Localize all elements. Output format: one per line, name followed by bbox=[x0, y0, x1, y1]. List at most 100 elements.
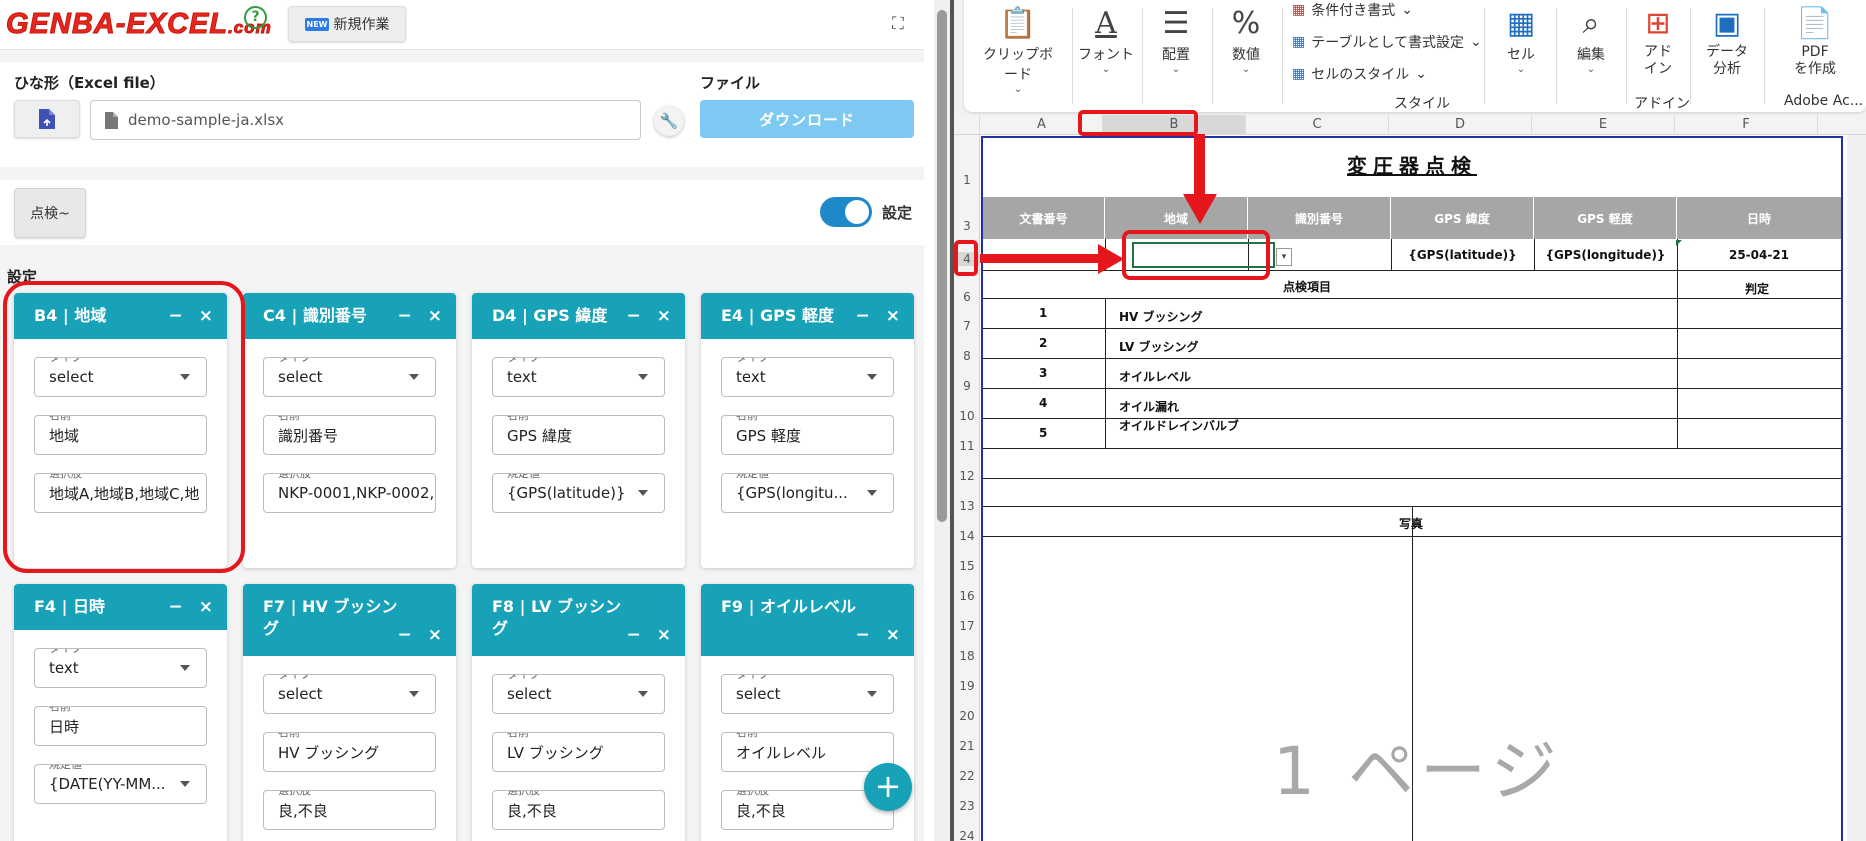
name-input[interactable]: 名前 日時 bbox=[34, 706, 207, 746]
settings-toggle[interactable] bbox=[820, 197, 872, 227]
cell-group[interactable]: ▦ セル ⌄ bbox=[1490, 4, 1552, 75]
row-header[interactable]: 10 bbox=[954, 409, 980, 423]
row-header[interactable]: 3 bbox=[954, 219, 980, 233]
column-header-f[interactable]: F bbox=[1675, 115, 1818, 135]
close-icon[interactable]: × bbox=[428, 305, 442, 327]
addin-button[interactable]: ⊞ アド イン bbox=[1628, 4, 1688, 78]
column-header-d[interactable]: D bbox=[1389, 115, 1532, 135]
cell-dropdown-icon[interactable]: ▾ bbox=[1276, 248, 1292, 266]
help-icon[interactable]: ? bbox=[244, 6, 267, 29]
row-header[interactable]: 24 bbox=[954, 829, 980, 841]
minimize-icon[interactable]: − bbox=[398, 305, 412, 327]
item-number[interactable]: 2 bbox=[1039, 336, 1047, 350]
minimize-icon[interactable]: − bbox=[856, 305, 870, 327]
default-value-select[interactable]: 規定値 {GPS(longitu... bbox=[721, 473, 894, 513]
default-value-select[interactable]: 規定値 {DATE(YY-MM... bbox=[34, 764, 207, 804]
close-icon[interactable]: × bbox=[657, 624, 671, 646]
name-input[interactable]: 名前 オイルレベル bbox=[721, 732, 894, 772]
add-field-button[interactable]: + bbox=[864, 763, 912, 811]
row-header[interactable]: 15 bbox=[954, 559, 980, 573]
row-header[interactable]: 1 bbox=[954, 173, 980, 187]
font-group[interactable]: A フォント ⌄ bbox=[1076, 4, 1136, 75]
items-header[interactable]: 点検項目 bbox=[1283, 278, 1331, 295]
row-header[interactable]: 6 bbox=[954, 290, 980, 304]
table-format-button[interactable]: ▦ テーブルとして書式設定 ⌄ bbox=[1292, 32, 1482, 52]
close-icon[interactable]: × bbox=[428, 624, 442, 646]
conditional-format-button[interactable]: ▦ 条件付き書式 ⌄ bbox=[1292, 0, 1413, 20]
cell-gps-longitude[interactable]: {GPS(longitude)} bbox=[1534, 240, 1677, 270]
download-button[interactable]: ダウンロード bbox=[700, 100, 914, 138]
align-group[interactable]: ☰ 配置 ⌄ bbox=[1146, 4, 1206, 75]
name-input[interactable]: 名前 識別番号 bbox=[263, 415, 436, 455]
item-number[interactable]: 1 bbox=[1039, 306, 1047, 320]
item-name[interactable]: HV ブッシング bbox=[1119, 308, 1203, 325]
row-header[interactable]: 20 bbox=[954, 709, 980, 723]
photo-header[interactable]: 写真 bbox=[1399, 515, 1423, 532]
wrench-icon[interactable]: 🔧 bbox=[654, 106, 684, 136]
close-icon[interactable]: × bbox=[886, 624, 900, 646]
row-header[interactable]: 7 bbox=[954, 319, 980, 333]
judge-header[interactable]: 判定 bbox=[1745, 280, 1769, 297]
row-header[interactable]: 9 bbox=[954, 379, 980, 393]
row-header[interactable]: 21 bbox=[954, 739, 980, 753]
column-header-c[interactable]: C bbox=[1246, 115, 1389, 135]
row-header[interactable]: 8 bbox=[954, 349, 980, 363]
header-cell[interactable]: 識別番号 bbox=[1248, 197, 1391, 239]
clipboard-group[interactable]: 📋 クリップボード ⌄ bbox=[978, 4, 1058, 95]
item-number[interactable]: 4 bbox=[1039, 396, 1047, 410]
type-select[interactable]: タイプ select bbox=[492, 674, 665, 714]
type-select[interactable]: タイプ text bbox=[492, 357, 665, 397]
name-input[interactable]: 名前 HV ブッシング bbox=[263, 732, 436, 772]
item-name[interactable]: オイル漏れ bbox=[1119, 398, 1179, 415]
item-name[interactable]: オイルレベル bbox=[1119, 368, 1191, 385]
worksheet[interactable]: 変圧器点検 文書番号 地域 識別番号 GPS 緯度 GPS 軽度 日時 {GPS… bbox=[981, 136, 1843, 841]
upload-template-button[interactable] bbox=[14, 100, 80, 138]
header-cell[interactable]: GPS 軽度 bbox=[1534, 197, 1677, 239]
item-name[interactable]: LV ブッシング bbox=[1119, 338, 1198, 355]
close-icon[interactable]: × bbox=[199, 596, 213, 618]
minimize-icon[interactable]: − bbox=[398, 624, 412, 646]
minimize-icon[interactable]: − bbox=[627, 305, 641, 327]
row-header[interactable]: 12 bbox=[954, 469, 980, 483]
header-cell[interactable]: 日時 bbox=[1677, 197, 1841, 239]
type-select[interactable]: タイプ text bbox=[34, 648, 207, 688]
template-file-field[interactable]: demo-sample-ja.xlsx bbox=[90, 100, 641, 140]
cell-gps-latitude[interactable]: {GPS(latitude)} bbox=[1391, 240, 1534, 270]
item-number[interactable]: 3 bbox=[1039, 366, 1047, 380]
options-input[interactable]: 選択肢 NKP-0001,NKP-0002, bbox=[263, 473, 436, 513]
sheet-scrollbar[interactable] bbox=[1847, 135, 1866, 841]
sheet-title[interactable]: 変圧器点検 bbox=[983, 150, 1841, 179]
options-input[interactable]: 選択肢 良,不良 bbox=[263, 790, 436, 830]
row-header[interactable]: 11 bbox=[954, 439, 980, 453]
row-header[interactable]: 18 bbox=[954, 649, 980, 663]
select-all-corner[interactable] bbox=[954, 115, 980, 135]
header-cell[interactable]: 文書番号 bbox=[983, 197, 1105, 239]
close-icon[interactable]: × bbox=[886, 305, 900, 327]
app-logo[interactable]: GENBA-EXCEL.com bbox=[5, 8, 272, 41]
row-header[interactable]: 16 bbox=[954, 589, 980, 603]
item-number[interactable]: 5 bbox=[1039, 426, 1047, 440]
minimize-icon[interactable]: − bbox=[627, 624, 641, 646]
row-header[interactable]: 14 bbox=[954, 529, 980, 543]
cell-date[interactable]: 25-04-21 bbox=[1677, 240, 1841, 270]
tab-inspection[interactable]: 点検~ bbox=[14, 188, 86, 238]
row-header[interactable]: 17 bbox=[954, 619, 980, 633]
name-input[interactable]: 名前 GPS 軽度 bbox=[721, 415, 894, 455]
header-cell[interactable]: GPS 緯度 bbox=[1391, 197, 1534, 239]
scrollbar[interactable] bbox=[934, 0, 950, 841]
row-header[interactable]: 23 bbox=[954, 799, 980, 813]
type-select[interactable]: タイプ select bbox=[263, 674, 436, 714]
close-icon[interactable]: × bbox=[657, 305, 671, 327]
type-select[interactable]: タイプ text bbox=[721, 357, 894, 397]
fullscreen-icon[interactable]: ⛶ bbox=[892, 14, 904, 34]
edit-group[interactable]: ⌕ 編集 ⌄ bbox=[1560, 4, 1622, 75]
minimize-icon[interactable]: − bbox=[856, 624, 870, 646]
name-input[interactable]: 名前 LV ブッシング bbox=[492, 732, 665, 772]
row-header[interactable]: 22 bbox=[954, 769, 980, 783]
row-header[interactable]: 13 bbox=[954, 499, 980, 513]
options-input[interactable]: 選択肢 良,不良 bbox=[492, 790, 665, 830]
type-select[interactable]: タイプ select bbox=[721, 674, 894, 714]
default-value-select[interactable]: 規定値 {GPS(latitude)} bbox=[492, 473, 665, 513]
cell-style-button[interactable]: ▦ セルのスタイル ⌄ bbox=[1292, 64, 1427, 84]
name-input[interactable]: 名前 GPS 緯度 bbox=[492, 415, 665, 455]
